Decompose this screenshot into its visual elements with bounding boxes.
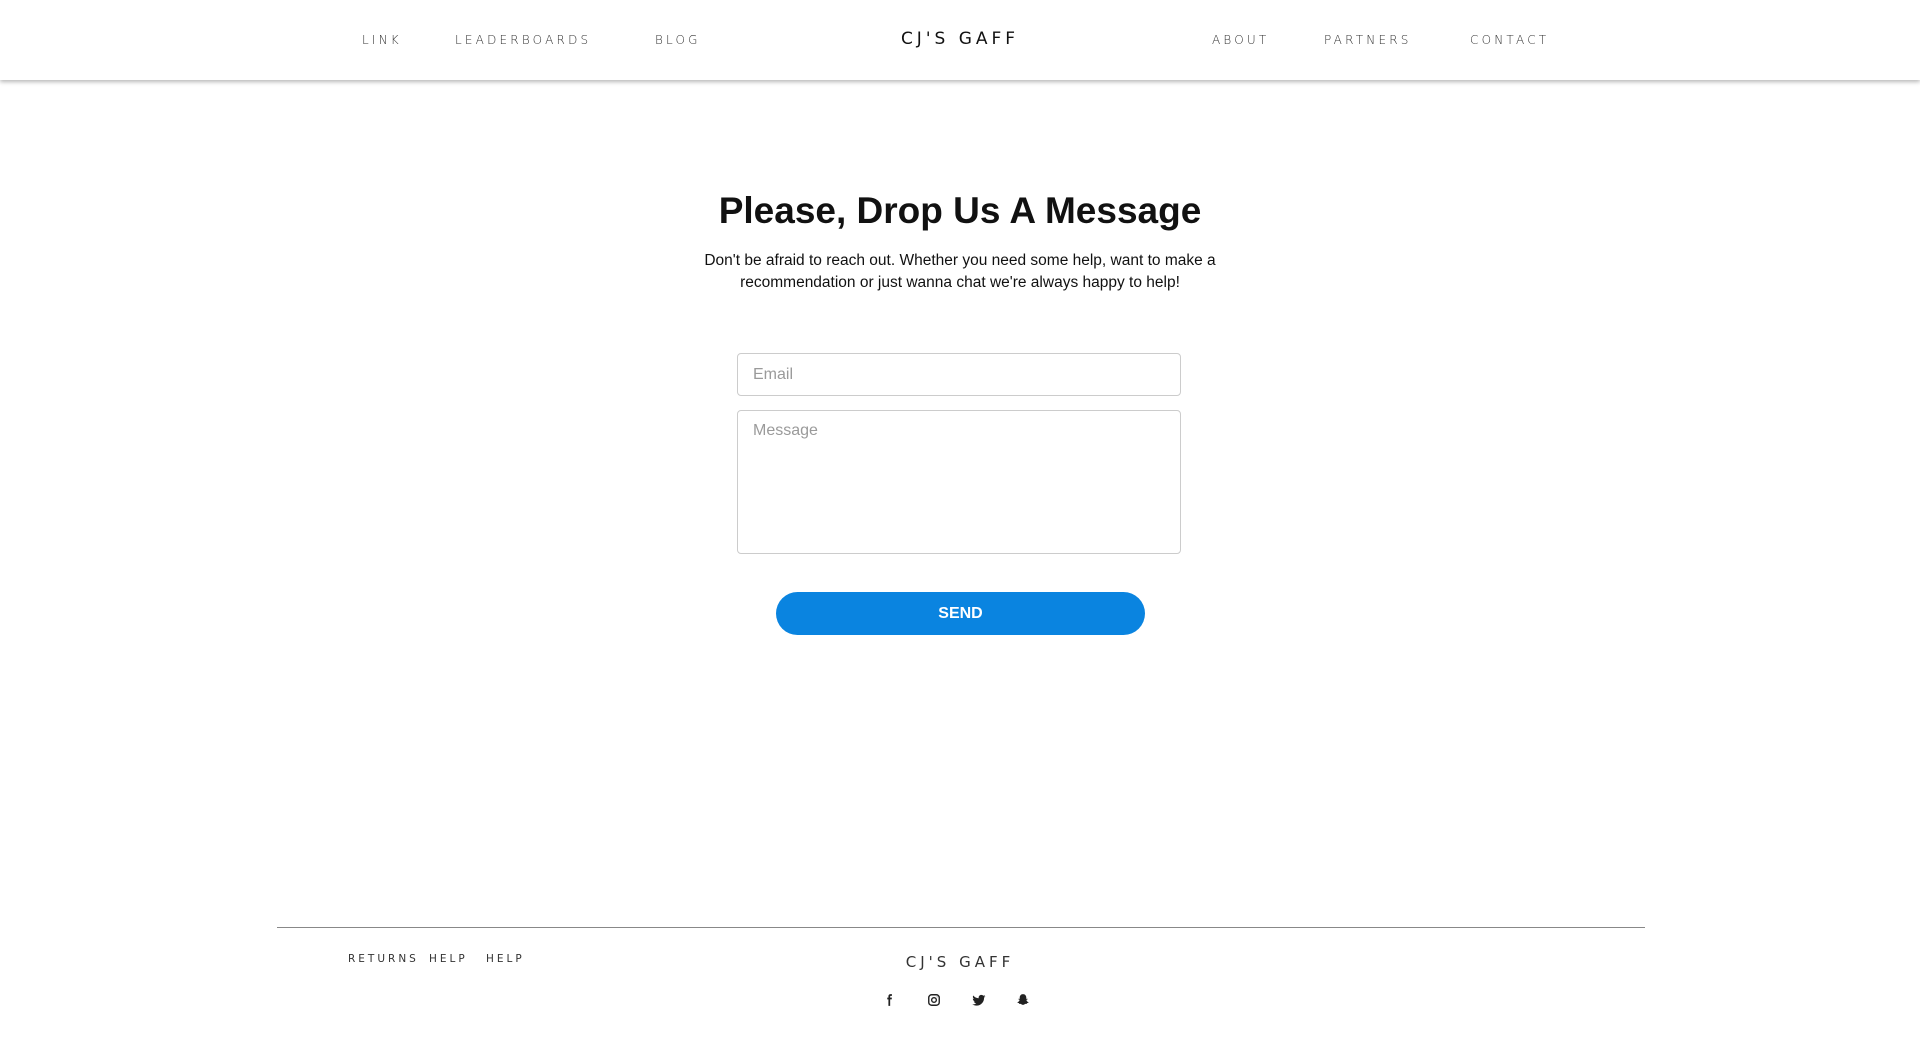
nav-link-contact[interactable]: CONTACT xyxy=(1470,33,1549,47)
snapchat-icon[interactable] xyxy=(1013,990,1033,1010)
top-navigation-bar: LINK LEADERBOARDS BLOG CJ'S GAFF ABOUT P… xyxy=(0,0,1920,80)
nav-link-partners[interactable]: PARTNERS xyxy=(1324,33,1412,47)
email-field[interactable] xyxy=(737,353,1181,396)
intro-text: Don't be afraid to reach out. Whether yo… xyxy=(704,252,1216,291)
message-field[interactable] xyxy=(737,410,1181,554)
page-title: Please, Drop Us A Message xyxy=(718,190,1202,231)
send-button[interactable]: SEND xyxy=(776,592,1145,635)
footer-logo: CJ'S GAFF xyxy=(905,953,1015,971)
site-logo[interactable]: CJ'S GAFF xyxy=(0,29,1920,49)
footer-divider xyxy=(277,927,1645,928)
nav-link-about[interactable]: ABOUT xyxy=(1212,33,1269,47)
facebook-icon[interactable] xyxy=(879,990,899,1010)
twitter-icon[interactable] xyxy=(969,990,989,1010)
instagram-icon[interactable] xyxy=(924,990,944,1010)
